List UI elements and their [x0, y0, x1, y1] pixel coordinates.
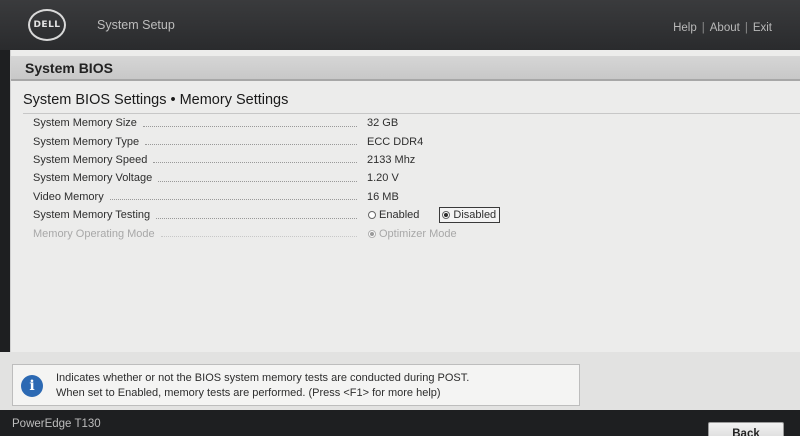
radio-optimizer-mode: Optimizer Mode	[368, 228, 457, 240]
header-bar: DELL System Setup Help | About | Exit	[0, 0, 800, 50]
radio-on-icon	[368, 229, 376, 238]
app-title: System Setup	[97, 18, 175, 32]
radio-on-icon	[442, 211, 451, 220]
header-links: Help | About | Exit	[673, 22, 772, 34]
setting-label: System Memory Speed	[33, 154, 363, 166]
link-separator: |	[701, 22, 705, 34]
radio-label: Optimizer Mode	[379, 227, 457, 240]
settings-list: System Memory Size 32 GB System Memory T…	[11, 114, 800, 243]
radio-label: Disabled	[453, 209, 497, 222]
setting-label-text: System Memory Size	[33, 117, 137, 130]
setting-value: 32 GB	[367, 117, 399, 130]
dot-leader	[142, 120, 357, 127]
setting-label-text: System Memory Speed	[33, 153, 148, 166]
setting-label-text: Memory Operating Mode	[33, 227, 155, 240]
setting-value: 1.20 V	[367, 172, 399, 185]
setting-label-text: System Memory Voltage	[33, 172, 153, 185]
setting-label: System Memory Type	[33, 136, 363, 148]
help-text: Indicates whether or not the BIOS system…	[56, 371, 469, 401]
setting-row-memory-type: System Memory Type ECC DDR4	[11, 132, 800, 150]
operating-mode-radio-group: Optimizer Mode	[368, 228, 481, 240]
radio-label: Enabled	[379, 209, 420, 222]
dot-leader	[153, 156, 357, 164]
main-panel: System BIOS System BIOS Settings • Memor…	[10, 50, 800, 352]
setting-value: 2133 Mhz	[367, 153, 416, 166]
help-link[interactable]: Help	[673, 22, 697, 34]
dot-leader	[109, 193, 357, 201]
section-title: System BIOS	[25, 60, 113, 76]
setting-label: System Memory Voltage	[33, 172, 363, 184]
radio-enabled[interactable]: Enabled	[368, 209, 419, 221]
logo-text: DELL	[33, 20, 61, 30]
radio-disabled[interactable]: Disabled	[439, 207, 501, 224]
setting-value: ECC DDR4	[367, 135, 424, 148]
help-line-2: When set to Enabled, memory tests are pe…	[56, 387, 441, 399]
dot-leader	[158, 175, 357, 182]
about-link[interactable]: About	[710, 22, 740, 34]
setting-row-memory-size: System Memory Size 32 GB	[11, 114, 800, 132]
setting-label: System Memory Testing	[33, 209, 363, 221]
setting-label: Video Memory	[33, 191, 363, 203]
setting-row-video-memory: Video Memory 16 MB	[11, 188, 800, 206]
setting-row-memory-operating-mode: Memory Operating Mode Optimizer Mode	[11, 224, 800, 242]
exit-link[interactable]: Exit	[753, 22, 772, 34]
dot-leader	[145, 138, 357, 146]
section-header: System BIOS	[11, 56, 800, 81]
dell-logo: DELL	[28, 9, 66, 41]
setting-label: Memory Operating Mode	[33, 228, 363, 240]
setting-label-text: System Memory Testing	[33, 209, 151, 222]
setting-label: System Memory Size	[33, 117, 363, 129]
radio-off-icon	[368, 211, 376, 220]
footer-bar: PowerEdge T130 Back	[0, 410, 800, 436]
page-title: System BIOS Settings • Memory Settings	[23, 92, 289, 108]
setting-row-memory-testing: System Memory Testing Enabled Disabled	[11, 206, 800, 224]
help-box: i Indicates whether or not the BIOS syst…	[12, 364, 580, 406]
setting-row-memory-voltage: System Memory Voltage 1.20 V	[11, 169, 800, 187]
dot-leader	[160, 230, 357, 238]
setting-value: 16 MB	[367, 190, 399, 203]
help-line-1: Indicates whether or not the BIOS system…	[56, 372, 470, 384]
info-icon: i	[21, 375, 43, 397]
model-name: PowerEdge T130	[12, 418, 101, 430]
dot-leader	[156, 212, 357, 219]
setting-label-text: System Memory Type	[33, 135, 140, 148]
link-separator: |	[744, 22, 748, 34]
memory-testing-radio-group: Enabled Disabled	[368, 207, 524, 224]
setting-row-memory-speed: System Memory Speed 2133 Mhz	[11, 151, 800, 169]
setting-label-text: Video Memory	[33, 190, 104, 203]
back-button[interactable]: Back	[708, 422, 784, 436]
